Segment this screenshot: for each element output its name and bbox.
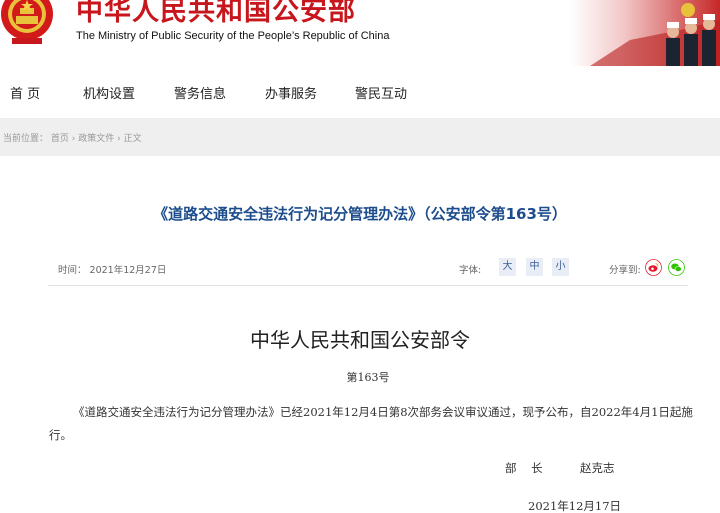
site-header: 中华人民共和国公安部 The Ministry of Public Securi… [0, 0, 720, 66]
breadcrumb-separator: › [71, 134, 76, 144]
order-number: 第163号 [346, 371, 390, 384]
article-time: 时间： 2021年12月27日 [58, 262, 166, 276]
national-emblem-icon[interactable] [0, 0, 60, 50]
font-size-label: 字体: [459, 265, 482, 276]
font-small-button[interactable]: 小 [552, 258, 569, 276]
order-title: 中华人民共和国公安部令 [250, 328, 470, 352]
article-paragraph: 《道路交通安全违法行为记分管理办法》已经2021年12月4日第8次部务会议审议通… [49, 405, 693, 442]
font-medium-button[interactable]: 中 [526, 258, 543, 276]
meta-divider [48, 285, 688, 286]
wechat-icon[interactable] [668, 259, 685, 276]
font-large-button[interactable]: 大 [499, 258, 516, 276]
nav-item-organization[interactable]: 机构设置 [83, 83, 135, 102]
time-value: 2021年12月27日 [89, 265, 167, 276]
signature-name: 赵克志 [580, 461, 615, 475]
article-title: 《道路交通安全违法行为记分管理办法》（公安部令第163号） [153, 205, 567, 223]
share-label: 分享到: [609, 265, 641, 276]
breadcrumb-separator: › [117, 134, 121, 144]
breadcrumb-prefix: 当前位置： [3, 134, 49, 144]
signature-role: 部 长 [505, 461, 543, 475]
police-banner-image [570, 0, 720, 66]
breadcrumb-policy-docs[interactable]: 政策文件 [78, 134, 114, 144]
nav-item-police-info[interactable]: 警务信息 [174, 83, 226, 102]
weibo-icon[interactable] [645, 259, 662, 276]
site-subtitle: The Ministry of Public Security of the P… [76, 30, 390, 42]
time-label: 时间： [58, 265, 87, 276]
nav-item-interaction[interactable]: 警民互动 [355, 83, 407, 102]
nav-item-services[interactable]: 办事服务 [265, 83, 317, 102]
breadcrumb-current: 正文 [123, 134, 142, 144]
breadcrumb-home[interactable]: 首页 [51, 134, 69, 144]
site-title[interactable]: 中华人民共和国公安部 [76, 0, 356, 28]
breadcrumb: 当前位置： 首页 › 政策文件 › 正文 [3, 131, 142, 144]
breadcrumb-bar: 当前位置： 首页 › 政策文件 › 正文 [0, 118, 720, 156]
nav-item-home[interactable]: 首 页 [10, 83, 40, 102]
main-nav: 首 页 机构设置 警务信息 办事服务 警民互动 [0, 66, 720, 118]
signature-date: 2021年12月17日 [528, 499, 622, 513]
